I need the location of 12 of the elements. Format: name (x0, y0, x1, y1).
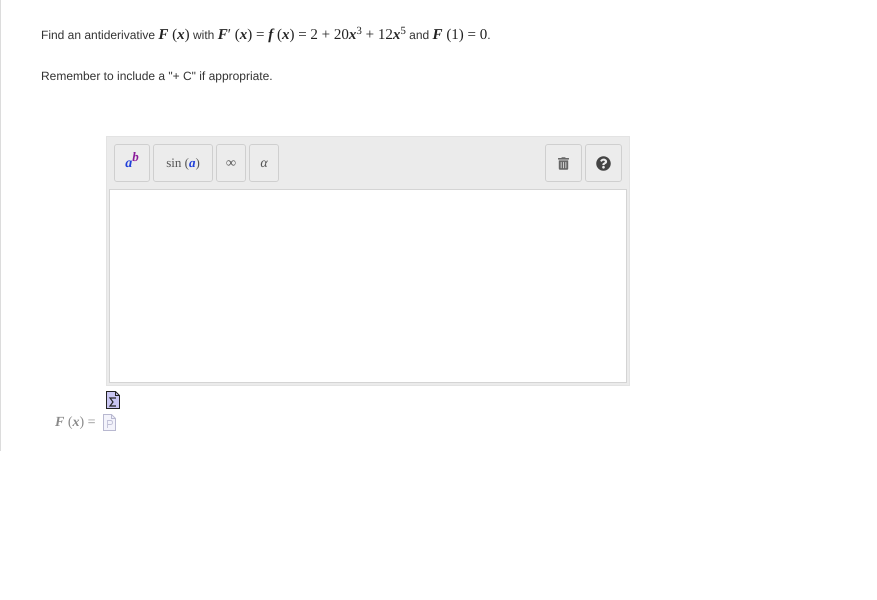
sine-button[interactable]: sin (a) (153, 144, 213, 182)
symbol-button[interactable]: ∞ (216, 144, 246, 182)
question-text: Find an antiderivative F (x) with F′ (x) = f (x) = 2 + 20x$^{3}$ + 12x$^{5}$ and F (1) = 0. (41, 26, 491, 44)
delete-button[interactable] (545, 144, 582, 182)
symbol-button[interactable]: α (249, 144, 279, 182)
help-icon (596, 156, 611, 170)
reminder-text: Remember to include a "+ C" if appropriate. (41, 68, 273, 84)
help-button[interactable] (585, 144, 622, 182)
editor-input-area[interactable] (109, 189, 627, 383)
trash-icon (558, 156, 569, 170)
answer-label: F (x) = (55, 414, 96, 432)
sigma-document-icon[interactable] (106, 391, 120, 409)
